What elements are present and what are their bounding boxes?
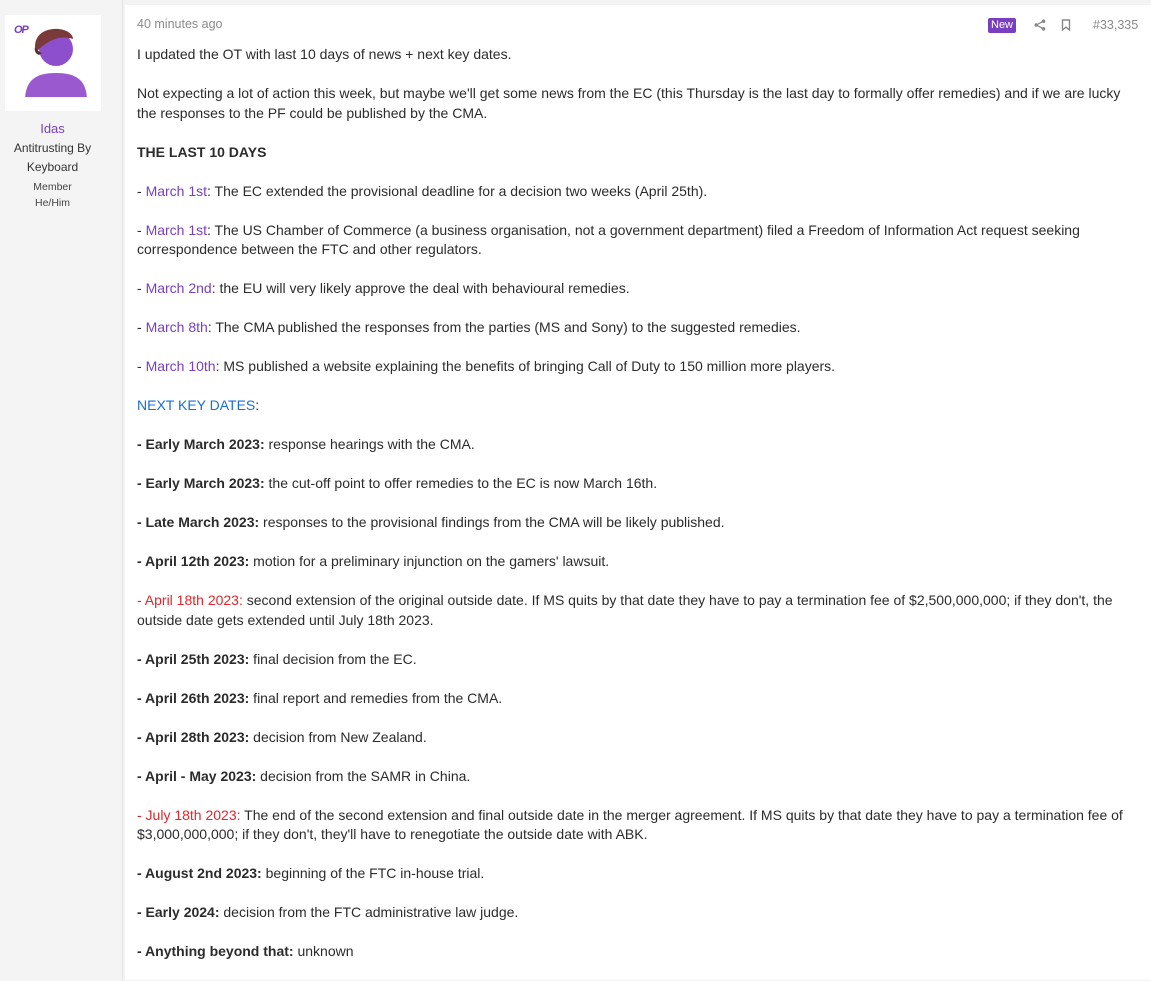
post-timestamp[interactable]: 40 minutes ago [137,17,222,31]
news-text: : MS published a website explaining the … [215,358,836,374]
news-dash: - [137,221,146,238]
key-date: - Early March 2023: [137,475,265,491]
avatar-person-icon [25,28,87,97]
bookmark-icon[interactable] [1061,19,1071,31]
next-key-dates-title: NEXT KEY DATES [137,397,256,413]
news-dash: - [137,358,146,374]
news-text: : The CMA published the responses from t… [207,319,801,335]
key-date-item: - July 18th 2023: The end of the second … [137,806,1137,845]
user-role: Member [33,181,72,193]
news-item: - March 1st: The US Chamber of Commerce … [137,221,1137,260]
news-date: March 2nd [145,280,212,296]
key-date-item: - Late March 2023: responses to the prov… [137,513,1137,533]
key-date: - August 2nd 2023: [137,865,262,881]
post-intro-2: Not expecting a lot of action this week,… [137,85,1121,121]
avatar[interactable]: OP [5,15,101,111]
key-date-item: - Early 2024: decision from the FTC admi… [137,903,1137,923]
key-date-text: final report and remedies from the CMA. [249,689,503,706]
news-dash: - [137,182,146,199]
key-date-text: unknown [293,943,354,959]
key-date-item: - Early March 2023: the cut-off point to… [137,474,1137,494]
key-date: - April - May 2023: [137,767,257,784]
news-dash: - [137,280,146,296]
news-item: - March 8th: The CMA published the respo… [137,318,1137,338]
key-date-text: The end of the second extension and fina… [137,806,1123,843]
news-text: : the EU will very likely approve the de… [211,280,630,296]
news-item: - March 10th: MS published a website exp… [137,357,1137,377]
key-date-item: - April 12th 2023: motion for a prelimin… [137,552,1137,572]
post-header: 40 minutes ago New #33,335 [125,5,1151,45]
key-date-item: - August 2nd 2023: beginning of the FTC … [137,864,1137,884]
key-date: - Anything beyond that: [137,943,294,959]
key-date-item: - April 18th 2023: second extension of t… [137,591,1137,630]
username[interactable]: Idas [0,121,105,136]
news-dash: - [137,319,146,335]
news-item: - March 1st: The EC extended the provisi… [137,182,1137,202]
key-date: - Early March 2023: [137,436,265,452]
share-icon[interactable] [1034,19,1046,31]
user-role-block: Member He/Him [0,179,105,211]
key-date-item: - Early March 2023: response hearings wi… [137,435,1137,455]
news-date: March 8th [145,319,208,335]
last-10-days-heading: THE LAST 10 DAYS [137,143,267,160]
news-text: : The US Chamber of Commerce (a business… [137,221,1080,258]
key-date-text: the cut-off point to offer remedies to t… [264,475,658,491]
key-date-item: - April 25th 2023: final decision from t… [137,650,1137,670]
user-title: Antitrusting By Keyboard [13,141,92,174]
post-number-link[interactable]: #33,335 [1093,18,1138,32]
key-date-text: decision from the SAMR in China. [256,767,471,784]
post: 40 minutes ago New #33,335 I updated the… [125,5,1151,980]
user-pronouns: He/Him [34,197,70,209]
key-date: - July 18th 2023: [137,806,241,823]
post-intro-1: I updated the OT with last 10 days of ne… [137,46,512,62]
next-key-dates-heading: NEXT KEY DATES: [137,396,1137,416]
key-date-text: motion for a preliminary injunction on t… [249,553,610,569]
key-date-text: decision from New Zealand. [249,728,427,745]
news-date: March 1st [145,221,208,238]
key-date-item: - Anything beyond that: unknown [137,942,1137,962]
news-date: March 10th [145,358,216,374]
user-sidebar: OP Idas Antitrusting By Keyboard Member … [0,0,123,980]
key-date-text: beginning of the FTC in-house trial. [261,865,485,881]
new-badge: New [988,18,1017,33]
key-date: - April 26th 2023: [137,689,250,706]
key-date: - Late March 2023: [137,514,260,530]
key-date-text: response hearings with the CMA. [264,436,475,452]
key-date-item: - April 28th 2023: decision from New Zea… [137,728,1137,748]
news-text: : The EC extended the provisional deadli… [207,182,708,199]
key-date-text: final decision from the EC. [249,650,417,667]
news-item: - March 2nd: the EU will very likely app… [137,279,1137,299]
news-date: March 1st [145,182,208,199]
next-key-dates-colon: : [255,397,260,413]
key-date-text: responses to the provisional findings fr… [259,514,725,530]
post-body: I updated the OT with last 10 days of ne… [137,45,1137,981]
key-date: - April 18th 2023: [137,592,243,608]
key-date-text: decision from the FTC administrative law… [219,904,519,920]
key-date-item: - April 26th 2023: final report and reme… [137,689,1137,709]
key-date: - April 25th 2023: [137,650,250,667]
key-date-text: second extension of the original outside… [137,592,1113,628]
key-date: - April 28th 2023: [137,728,250,745]
key-date: - April 12th 2023: [137,553,250,569]
key-date: - Early 2024: [137,904,220,920]
key-date-item: - April - May 2023: decision from the SA… [137,767,1137,787]
